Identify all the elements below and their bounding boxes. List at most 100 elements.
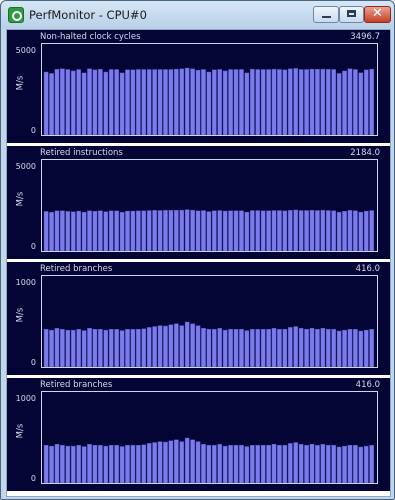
bar [347, 210, 353, 251]
bar [239, 445, 244, 483]
bar [244, 446, 250, 483]
bar [54, 328, 60, 367]
y-tick-min: 0 [30, 474, 36, 483]
bar [249, 68, 255, 135]
bar [233, 69, 239, 135]
bar [157, 441, 163, 483]
bar [49, 329, 54, 367]
bar [277, 445, 282, 483]
bar [190, 439, 195, 483]
bar [212, 69, 217, 135]
bar [125, 210, 130, 251]
panel-current-value: 2184.0 [350, 148, 380, 158]
bar [130, 69, 136, 135]
close-icon: ✕ [372, 6, 383, 21]
panel-current-value: 416.0 [355, 264, 380, 274]
bar [222, 445, 228, 483]
bar [184, 209, 190, 251]
bar [157, 210, 163, 251]
bar [342, 329, 347, 367]
bar [157, 69, 163, 135]
bar [304, 210, 309, 251]
bar [60, 210, 65, 251]
bar [315, 445, 320, 483]
bar [65, 329, 71, 367]
window-title: PerfMonitor - CPU#0 [29, 8, 147, 22]
bar [81, 446, 87, 483]
bar [87, 68, 92, 135]
bar [320, 68, 326, 135]
bar [353, 329, 358, 367]
bar [152, 69, 157, 135]
close-button[interactable]: ✕ [364, 6, 391, 23]
bar [168, 324, 174, 367]
bar [152, 442, 157, 483]
bar [195, 70, 201, 135]
bar [136, 445, 141, 483]
bar [304, 329, 309, 367]
bar [320, 328, 326, 367]
bar [271, 444, 277, 483]
maximize-button[interactable] [339, 6, 364, 23]
bar [249, 445, 255, 483]
bar [201, 210, 206, 251]
y-axis-unit: M/s [15, 191, 26, 207]
bar [293, 209, 299, 251]
bar [130, 445, 136, 483]
bar [363, 210, 369, 251]
bar [87, 444, 92, 483]
bar [353, 445, 358, 483]
bar [43, 329, 49, 367]
panel-title: Retired branches [40, 380, 113, 390]
bar [271, 328, 277, 367]
y-axis-unit: M/s [15, 423, 26, 439]
bar [195, 325, 201, 367]
bar [298, 328, 304, 367]
bar [315, 210, 320, 251]
bar [222, 70, 228, 135]
minimize-icon [322, 16, 331, 18]
bar [136, 69, 141, 135]
bar [320, 210, 326, 251]
bar [114, 445, 119, 483]
bar [65, 211, 71, 251]
bar [179, 209, 185, 251]
bar [228, 69, 233, 135]
bar [98, 210, 103, 251]
bar [87, 328, 92, 367]
panel-clock-cycles: Non-halted clock cycles 3496.7 5000 0 M/… [7, 30, 390, 143]
minimize-button[interactable] [313, 6, 339, 23]
bar [342, 70, 347, 135]
bar [201, 444, 206, 483]
bar [228, 329, 233, 367]
bar [369, 68, 375, 135]
title-bar[interactable]: PerfMonitor - CPU#0 ✕ [1, 1, 394, 29]
bar [146, 327, 152, 367]
bar [363, 329, 369, 367]
app-icon [8, 7, 24, 23]
bar [125, 445, 130, 483]
bar [244, 211, 250, 251]
bar [108, 445, 114, 483]
bar [255, 210, 261, 251]
bar [168, 69, 174, 135]
bar [136, 329, 141, 367]
bar [190, 323, 195, 367]
bar [98, 445, 103, 483]
bar-chart [43, 67, 375, 135]
bar [266, 329, 271, 367]
bar [114, 329, 119, 367]
y-tick-max: 1000 [15, 394, 36, 403]
bar [201, 328, 206, 367]
bar [195, 210, 201, 251]
y-tick-max: 1000 [15, 278, 36, 287]
bar [325, 69, 331, 135]
bar [92, 445, 98, 483]
bar-plot [41, 275, 378, 368]
bar [54, 69, 60, 135]
bar [43, 71, 49, 135]
bar [304, 445, 309, 483]
bar [92, 329, 98, 367]
bar [49, 212, 54, 251]
bar [244, 72, 250, 135]
